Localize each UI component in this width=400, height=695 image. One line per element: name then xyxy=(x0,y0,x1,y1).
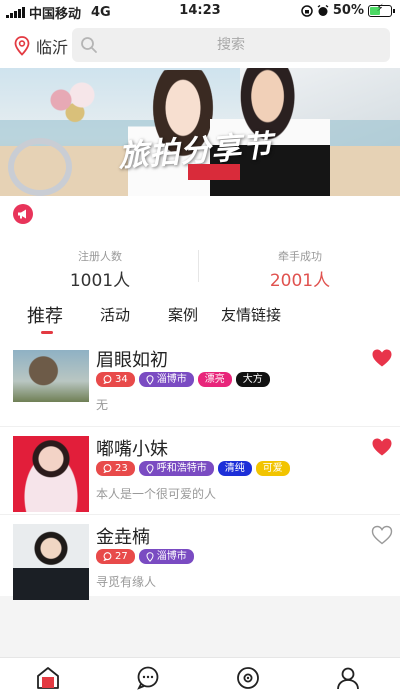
city-label: 临沂 xyxy=(36,38,69,57)
profile-name: 金垚楠 xyxy=(96,527,150,548)
alarm-icon xyxy=(317,4,329,16)
profile-tags: 27 淄博市 xyxy=(96,549,194,564)
profile-card[interactable]: 嘟嘴小妹 23 呼和浩特市 清纯 可爱 本人是一个很可爱的人 xyxy=(0,426,400,512)
city-badge: 淄博市 xyxy=(138,549,194,564)
comment-icon xyxy=(103,552,112,561)
bottom-nav xyxy=(0,657,400,695)
profile-list: 眉眼如初 34 淄博市 漂亮 大方 无 嘟嘴小妹 23 呼和浩特市 清纯 可爱 本人是一个很… xyxy=(0,338,400,600)
profile-icon[interactable] xyxy=(335,666,361,690)
search-bar[interactable] xyxy=(72,28,390,62)
location-pin-icon xyxy=(146,374,154,385)
comment-count-badge: 34 xyxy=(96,372,135,387)
comment-count-badge: 23 xyxy=(96,461,135,476)
stat-value: 1001人 xyxy=(69,271,131,291)
stat-label: 牵手成功 xyxy=(278,250,322,263)
trait-badge: 清纯 xyxy=(217,461,252,476)
heart-icon[interactable] xyxy=(371,437,393,457)
profile-card[interactable]: 眉眼如初 34 淄博市 漂亮 大方 无 xyxy=(0,338,400,424)
trait-badge: 大方 xyxy=(235,372,270,387)
divider xyxy=(198,250,199,282)
city-badge: 呼和浩特市 xyxy=(138,461,214,476)
profile-bio: 寻觅有缘人 xyxy=(96,575,157,589)
search-input[interactable] xyxy=(72,28,390,62)
stats-panel: 注册人数 1001人 牵手成功 2001人 xyxy=(0,232,400,294)
bouquet-image xyxy=(40,80,110,130)
promo-banner[interactable]: 旅拍分享节 xyxy=(0,68,400,196)
active-tab-indicator xyxy=(41,331,53,334)
profile-bio: 无 xyxy=(96,398,109,412)
tab-activity[interactable]: 活动 xyxy=(100,304,130,325)
announcement-icon[interactable] xyxy=(13,204,33,224)
search-icon xyxy=(81,37,97,53)
heart-icon[interactable] xyxy=(371,348,393,368)
status-bar: 中国移动 4G 14:23 50% ⚡ xyxy=(0,0,400,22)
profile-tags: 34 淄博市 漂亮 大方 xyxy=(96,372,270,387)
profile-name: 嘟嘴小妹 xyxy=(96,439,168,460)
profile-card[interactable]: 金垚楠 27 淄博市 寻觅有缘人 xyxy=(0,514,400,600)
stat-label: 注册人数 xyxy=(78,250,122,263)
hoop-decoration xyxy=(8,138,72,196)
battery-percent: 50% xyxy=(332,3,364,18)
tab-recommend[interactable]: 推荐 xyxy=(27,302,63,328)
comment-icon xyxy=(103,464,112,473)
discover-icon[interactable] xyxy=(235,666,261,690)
location-pin-icon xyxy=(146,551,154,562)
stat-value: 2001人 xyxy=(269,271,331,291)
tab-cases[interactable]: 案例 xyxy=(168,304,198,325)
profile-photo[interactable] xyxy=(13,524,89,600)
category-tabs: 推荐 活动 案例 友情链接 xyxy=(0,294,400,338)
city-badge: 淄博市 xyxy=(138,372,194,387)
home-icon[interactable] xyxy=(35,666,61,690)
comment-count-badge: 27 xyxy=(96,549,135,564)
profile-tags: 23 呼和浩特市 清纯 可爱 xyxy=(96,461,290,476)
location-pin-icon xyxy=(14,36,30,56)
location-pin-icon xyxy=(146,463,154,474)
city-selector[interactable]: 临沂 xyxy=(14,34,68,58)
profile-photo[interactable] xyxy=(13,350,89,402)
heart-icon[interactable] xyxy=(371,525,393,545)
tab-friend-links[interactable]: 友情链接 xyxy=(221,304,281,325)
profile-photo[interactable] xyxy=(13,436,89,512)
notice-bar xyxy=(0,196,400,232)
comment-icon xyxy=(103,375,112,384)
battery-icon: ⚡ xyxy=(368,3,395,17)
profile-bio: 本人是一个很可爱的人 xyxy=(96,487,217,501)
banner-stamp xyxy=(188,164,240,180)
stat-matched: 牵手成功 2001人 xyxy=(200,248,400,291)
trait-badge: 漂亮 xyxy=(197,372,232,387)
stat-registered: 注册人数 1001人 xyxy=(0,248,200,291)
profile-name: 眉眼如初 xyxy=(96,350,168,371)
message-icon[interactable] xyxy=(135,666,161,690)
rotation-lock-icon xyxy=(301,4,313,17)
status-icons: 50% ⚡ xyxy=(301,3,395,18)
search-header: 临沂 xyxy=(0,22,400,68)
trait-badge: 可爱 xyxy=(255,461,290,476)
